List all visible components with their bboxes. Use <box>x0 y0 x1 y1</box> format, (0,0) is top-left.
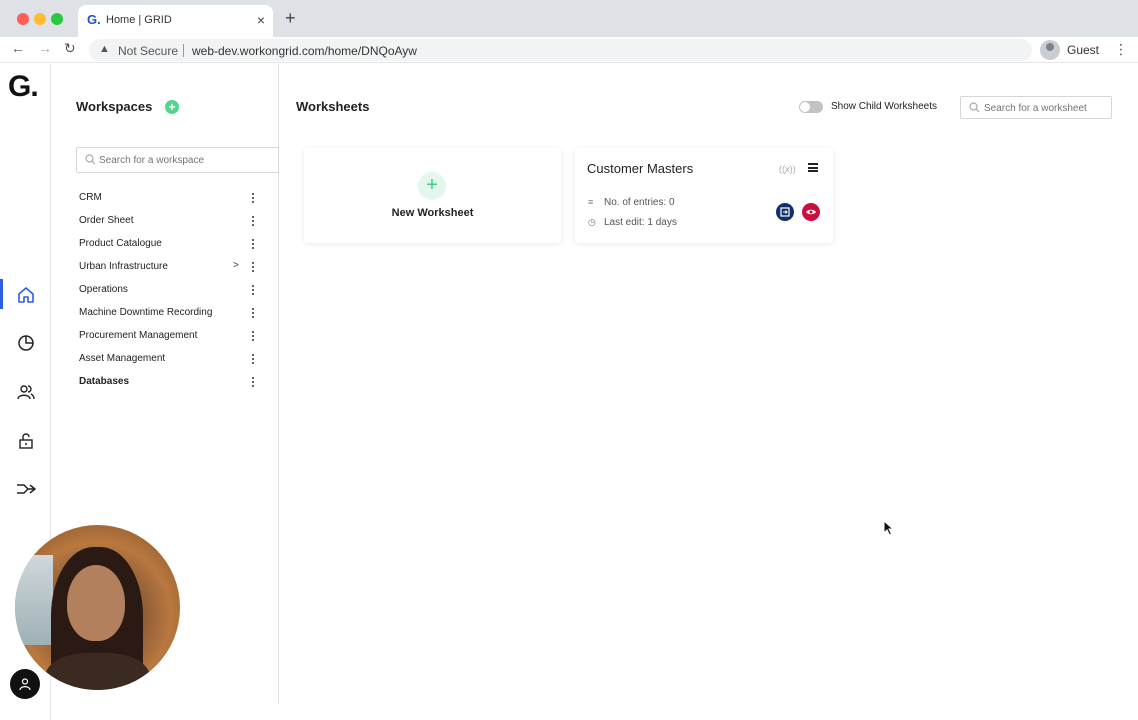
more-options-icon[interactable] <box>250 214 256 228</box>
profile-label[interactable]: Guest <box>1067 43 1099 57</box>
close-window-button[interactable] <box>17 13 29 25</box>
user-account-button[interactable] <box>10 669 40 699</box>
workspace-label: Machine Downtime Recording <box>79 307 213 318</box>
workspace-label: Order Sheet <box>79 215 134 226</box>
mouse-cursor-icon <box>883 520 895 536</box>
security-status[interactable]: Not Secure <box>118 44 178 58</box>
last-edit: ◷ Last edit: 1 days <box>588 217 677 228</box>
unlock-icon[interactable] <box>13 428 39 454</box>
url-text[interactable]: web-dev.workongrid.com/home/DNQoAyw <box>192 44 417 58</box>
analytics-pie-icon[interactable] <box>13 330 39 356</box>
minimize-window-button[interactable] <box>34 13 46 25</box>
more-options-icon[interactable] <box>250 191 256 205</box>
search-icon <box>85 154 96 165</box>
integrations-icon[interactable] <box>13 476 39 502</box>
divider <box>183 44 184 57</box>
broadcast-off-icon[interactable]: ((ꭗ)) <box>779 162 796 175</box>
eye-icon <box>806 209 816 215</box>
workspace-item-asset-management[interactable]: Asset Management <box>76 348 269 371</box>
chevron-right-icon[interactable]: > <box>233 260 239 271</box>
browser-tab[interactable]: G. Home | GRID × <box>78 5 273 37</box>
new-worksheet-card[interactable]: + New Worksheet <box>304 148 561 243</box>
close-tab-icon[interactable]: × <box>257 12 265 28</box>
plus-icon: + <box>418 172 446 200</box>
worksheets-title: Worksheets <box>296 99 370 114</box>
app-logo[interactable]: G. <box>8 70 39 104</box>
back-icon[interactable]: ← <box>11 40 25 56</box>
more-options-icon[interactable] <box>250 306 256 320</box>
webcam-background <box>15 555 53 645</box>
entries-count: ≡ No. of entries: 0 <box>588 197 675 208</box>
forward-icon[interactable]: → <box>38 40 52 56</box>
address-bar[interactable]: ▲ Not Secure web-dev.workongrid.com/home… <box>89 39 1032 61</box>
entries-text: No. of entries: 0 <box>604 197 675 208</box>
workspace-item-operations[interactable]: Operations <box>76 279 269 302</box>
worksheet-title: Customer Masters <box>587 161 694 176</box>
more-options-icon[interactable] <box>250 260 256 274</box>
last-edit-text: Last edit: 1 days <box>604 217 677 228</box>
browser-toolbar: ← → ↻ ▲ Not Secure web-dev.workongrid.co… <box>0 37 1138 63</box>
new-tab-icon[interactable]: + <box>285 9 296 27</box>
workspace-label: Product Catalogue <box>79 238 162 249</box>
more-options-icon[interactable] <box>250 283 256 297</box>
view-worksheet-button[interactable] <box>802 203 820 221</box>
workspace-label: Asset Management <box>79 353 166 364</box>
workspace-label: Urban Infrastructure <box>79 261 168 272</box>
more-options-icon[interactable] <box>250 329 256 343</box>
add-workspace-button[interactable]: + <box>165 100 179 114</box>
webcam-person-face <box>67 565 125 641</box>
favicon-icon: G. <box>87 12 101 27</box>
menu-icon[interactable] <box>808 163 818 172</box>
workspace-item-crm[interactable]: CRM <box>76 187 269 210</box>
worksheet-search-input[interactable] <box>984 100 1106 116</box>
workspace-label: Operations <box>79 284 128 295</box>
worksheet-search[interactable] <box>960 96 1112 119</box>
workspaces-title: Workspaces <box>76 99 153 114</box>
workspace-item-procurement[interactable]: Procurement Management <box>76 325 269 348</box>
new-worksheet-label: New Worksheet <box>391 207 474 219</box>
tab-title: Home | GRID <box>106 14 172 26</box>
more-options-icon[interactable] <box>250 375 256 389</box>
webcam-overlay <box>15 525 180 690</box>
browser-tab-bar: G. Home | GRID × + <box>0 0 1138 37</box>
workspace-label: CRM <box>79 192 102 203</box>
open-worksheet-button[interactable] <box>776 203 794 221</box>
workspace-item-databases[interactable]: Databases <box>76 371 269 394</box>
workspace-item-product-catalogue[interactable]: Product Catalogue <box>76 233 269 256</box>
open-icon <box>780 207 790 217</box>
workspace-item-urban-infrastructure[interactable]: Urban Infrastructure > <box>76 256 269 279</box>
warning-icon: ▲ <box>99 43 110 55</box>
show-child-worksheets-toggle[interactable] <box>799 101 823 113</box>
reload-icon[interactable]: ↻ <box>64 40 76 57</box>
workspace-search[interactable] <box>76 147 279 173</box>
home-icon[interactable] <box>13 282 39 308</box>
users-icon[interactable] <box>13 379 39 405</box>
active-indicator <box>0 279 3 309</box>
profile-avatar-icon[interactable] <box>1040 40 1060 60</box>
workspace-label: Databases <box>79 376 130 387</box>
list-icon: ≡ <box>588 197 594 207</box>
more-options-icon[interactable] <box>250 237 256 251</box>
search-icon <box>969 102 980 113</box>
webcam-person-shirt <box>45 653 150 690</box>
more-options-icon[interactable] <box>250 352 256 366</box>
worksheet-card[interactable]: Customer Masters ((ꭗ)) ≡ No. of entries: … <box>575 148 833 243</box>
workspace-search-input[interactable] <box>99 152 274 168</box>
workspace-item-order-sheet[interactable]: Order Sheet <box>76 210 269 233</box>
browser-menu-icon[interactable]: ⋮ <box>1114 41 1128 58</box>
clock-icon: ◷ <box>588 217 596 227</box>
workspace-label: Procurement Management <box>79 330 198 341</box>
workspace-item-machine-downtime[interactable]: Machine Downtime Recording <box>76 302 269 325</box>
toggle-label: Show Child Worksheets <box>831 101 937 112</box>
maximize-window-button[interactable] <box>51 13 63 25</box>
workspace-list: CRM Order Sheet Product Catalogue Urban … <box>76 187 269 394</box>
